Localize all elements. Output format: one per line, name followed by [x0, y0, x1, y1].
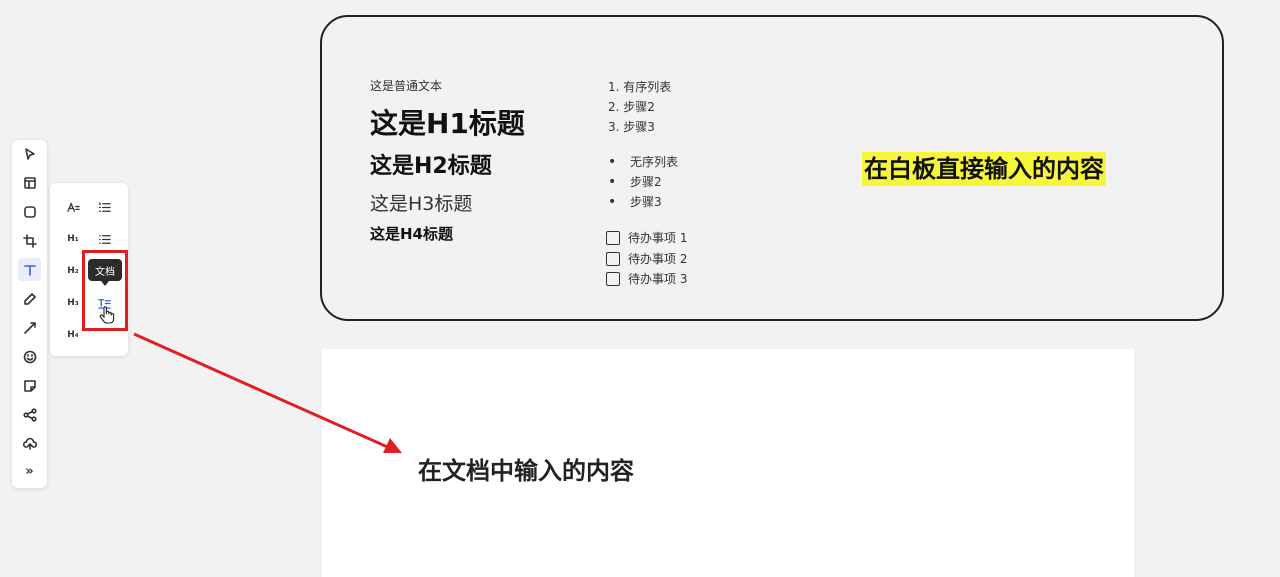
document-panel[interactable]: 在文档中输入的内容 [322, 349, 1134, 577]
heading-2: 这是H2标题 [370, 154, 492, 179]
list-item: 无序列表 [608, 152, 678, 172]
emoji-icon[interactable] [18, 345, 41, 368]
checkbox[interactable] [606, 272, 620, 286]
checkbox[interactable] [606, 231, 620, 245]
hand-cursor-icon [99, 306, 115, 324]
pen-icon[interactable] [18, 287, 41, 310]
whiteboard-card[interactable]: 这是普通文本 这是H1标题 这是H2标题 这是H3标题 这是H4标题 1. 有序… [320, 15, 1224, 321]
text-icon[interactable] [18, 258, 41, 281]
unordered-list: 无序列表 步骤2 步骤3 [608, 152, 678, 212]
ordered-list-icon[interactable] [92, 196, 116, 218]
left-toolbar: » [12, 140, 47, 488]
list-item: 步骤2 [608, 172, 678, 192]
crop-icon[interactable] [18, 229, 41, 252]
heading-1-button[interactable]: H₁ [61, 228, 85, 250]
highlighted-text: 在白板直接输入的内容 [862, 152, 1106, 186]
sticky-note-icon[interactable] [18, 374, 41, 397]
select-icon[interactable] [18, 142, 41, 165]
checkbox[interactable] [606, 251, 620, 266]
bullet-list-icon[interactable] [92, 228, 116, 250]
list-item: 3. 步骤3 [608, 120, 655, 134]
heading-3: 这是H3标题 [370, 193, 473, 215]
todo-item: 待办事项 1 [606, 228, 687, 249]
document-text: 在文档中输入的内容 [418, 457, 634, 485]
todo-item: 待办事项 2 [606, 249, 687, 270]
list-item: 1. 有序列表 [608, 80, 672, 94]
frame-icon[interactable] [18, 171, 41, 194]
text-style-icon[interactable] [61, 196, 85, 218]
ordered-list: 1. 有序列表 2. 步骤2 3. 步骤3 [608, 77, 671, 137]
list-item: 2. 步骤2 [608, 100, 655, 114]
mindmap-icon[interactable] [18, 403, 41, 426]
more-icon[interactable]: » [18, 460, 41, 483]
todo-item: 待办事项 3 [606, 269, 687, 290]
connector-icon[interactable] [18, 316, 41, 339]
plain-text: 这是普通文本 [370, 79, 443, 93]
todo-list: 待办事项 1 待办事项 2 待办事项 3 [606, 228, 687, 290]
upload-icon[interactable] [18, 432, 41, 455]
heading-1: 这是H1标题 [370, 107, 525, 140]
shape-icon[interactable] [18, 200, 41, 223]
heading-4: 这是H4标题 [370, 225, 453, 243]
list-item: 步骤3 [608, 192, 678, 212]
